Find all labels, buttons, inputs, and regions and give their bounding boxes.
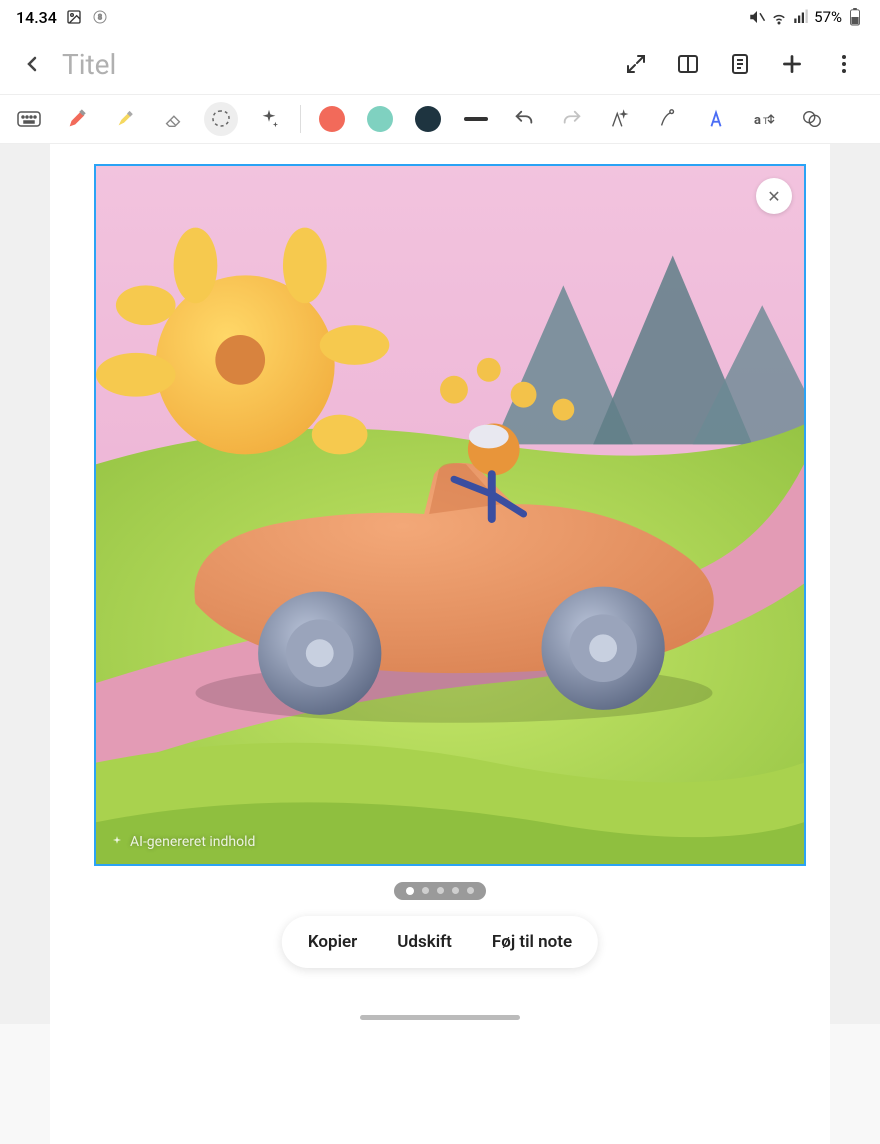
pager-dot[interactable] xyxy=(452,887,459,894)
undo-button[interactable] xyxy=(507,102,541,136)
canvas-area[interactable]: ✕ AI-genereret indhold Kopier Udskift Fø… xyxy=(0,144,880,1024)
sparkle-tool[interactable] xyxy=(252,102,286,136)
pager-dot[interactable] xyxy=(437,887,444,894)
pen-tool[interactable] xyxy=(60,102,94,136)
ai-generated-label: AI-genereret indhold xyxy=(110,834,255,850)
status-time: 14.34 xyxy=(16,8,57,27)
signal-icon xyxy=(792,8,810,26)
auto-shape-tool[interactable] xyxy=(603,102,637,136)
image-actions: Kopier Udskift Føj til note xyxy=(282,916,598,968)
ai-image-illustration xyxy=(96,166,804,864)
pager-dot[interactable] xyxy=(422,887,429,894)
eraser-tool[interactable] xyxy=(156,102,190,136)
keyboard-tool[interactable] xyxy=(12,102,46,136)
ai-label-text: AI-genereret indhold xyxy=(130,834,255,850)
color-swatch-3[interactable] xyxy=(411,102,445,136)
back-button[interactable] xyxy=(16,48,48,80)
add-to-note-button[interactable]: Føj til note xyxy=(472,928,592,956)
font-size-tool[interactable]: aT xyxy=(747,102,781,136)
mute-icon xyxy=(748,8,766,26)
svg-text:a: a xyxy=(754,113,761,128)
convert-tool[interactable] xyxy=(651,102,685,136)
add-button[interactable] xyxy=(772,44,812,84)
pager-dot[interactable] xyxy=(406,887,414,895)
image-pager[interactable] xyxy=(394,882,486,900)
reader-button[interactable] xyxy=(668,44,708,84)
page-button[interactable] xyxy=(720,44,760,84)
status-bar: 14.34 8 57% xyxy=(0,0,880,34)
close-icon: ✕ xyxy=(767,187,780,206)
svg-text:8: 8 xyxy=(98,13,102,22)
text-style-tool[interactable] xyxy=(699,102,733,136)
highlighter-tool[interactable] xyxy=(108,102,142,136)
replace-button[interactable]: Udskift xyxy=(377,928,472,956)
battery-icon xyxy=(846,8,864,26)
lasso-tool[interactable] xyxy=(204,102,238,136)
stroke-width[interactable] xyxy=(459,102,493,136)
more-button[interactable] xyxy=(824,44,864,84)
app-header: Titel xyxy=(0,34,880,94)
gallery-icon xyxy=(65,8,83,26)
color-swatch-2[interactable] xyxy=(363,102,397,136)
expand-button[interactable] xyxy=(616,44,656,84)
color-swatch-1[interactable] xyxy=(315,102,349,136)
shape-overlap-tool[interactable] xyxy=(795,102,829,136)
svg-text:T: T xyxy=(763,117,769,127)
note-page[interactable]: ✕ AI-genereret indhold Kopier Udskift Fø… xyxy=(50,144,830,1144)
close-image-button[interactable]: ✕ xyxy=(756,178,792,214)
drawing-toolbar: aT xyxy=(0,94,880,144)
unread-icon: 8 xyxy=(91,8,109,26)
note-title-input[interactable]: Titel xyxy=(62,48,602,81)
pager-dot[interactable] xyxy=(467,887,474,894)
generated-image[interactable]: ✕ AI-genereret indhold xyxy=(94,164,806,866)
separator xyxy=(300,105,301,133)
redo-button[interactable] xyxy=(555,102,589,136)
copy-button[interactable]: Kopier xyxy=(288,928,377,956)
navigation-handle[interactable] xyxy=(360,1015,520,1020)
wifi-icon xyxy=(770,8,788,26)
battery-percent: 57% xyxy=(814,8,842,26)
